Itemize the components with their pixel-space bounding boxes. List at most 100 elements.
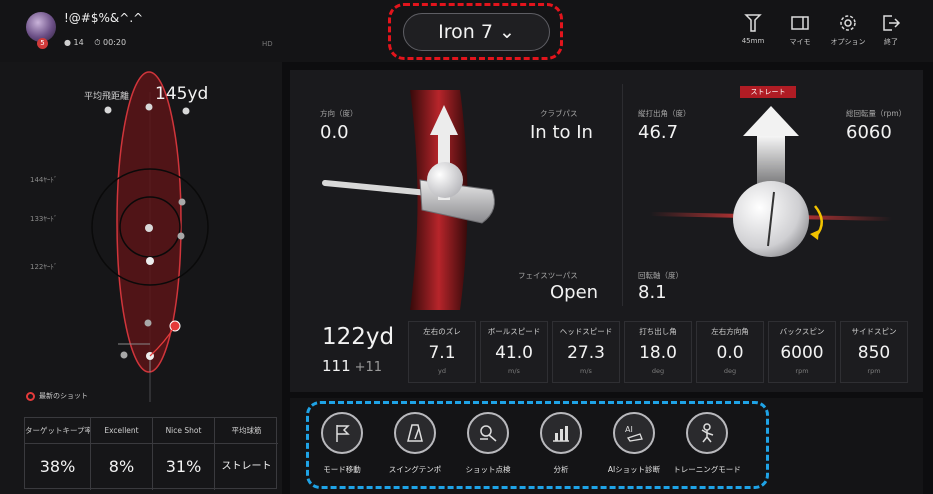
avg-distance-value: 145yd	[155, 84, 209, 104]
options-label: オプション	[830, 38, 866, 46]
cell-unit: m/s	[508, 367, 520, 375]
red-ring-icon	[26, 391, 35, 401]
dock-label: AIショット診断	[607, 465, 661, 474]
shot-dot	[145, 224, 153, 232]
stats-table: ターゲットキープ率 38% Excellent 8% Nice Shot 31%…	[24, 417, 278, 490]
cell-unit: deg	[651, 367, 665, 375]
myset-label: マイモ	[789, 38, 811, 46]
stats-col-niceshot: Nice Shot 31%	[153, 418, 215, 490]
stats-header: 平均球筋	[215, 418, 278, 444]
stats-value: ストレート	[221, 461, 272, 472]
shot-check-button[interactable]: ショット点検	[453, 412, 523, 484]
exit-icon	[883, 15, 901, 31]
stats-value: 38%	[39, 457, 76, 476]
club-face-value: 0.0	[320, 122, 349, 143]
stats-header: Excellent	[91, 418, 152, 444]
club-path-label: クラブパス	[540, 109, 578, 118]
metric-cell-sidespin: サイドスピン 850 rpm	[840, 321, 908, 383]
play-time: ⏱ 00:20	[94, 38, 127, 47]
myset-button[interactable]: マイモ	[779, 12, 821, 54]
dock-label: モード移動	[323, 465, 361, 474]
club-select-button[interactable]: Iron 7 ⌄	[403, 13, 550, 51]
metric-cell-backspin: バックスピン 6000 rpm	[768, 321, 836, 383]
stats-header: ターゲットキープ率	[25, 418, 90, 444]
stats-value: 31%	[165, 457, 202, 476]
cell-unit: yd	[438, 367, 446, 375]
chevron-down-icon: ⌄	[498, 21, 515, 43]
panel-divider	[622, 84, 623, 306]
club-path-value: In to In	[530, 122, 593, 143]
launch-angle-label: 縦打出角（度）	[638, 109, 691, 118]
dock-label: 分析	[553, 465, 569, 474]
flight-arrow	[743, 106, 799, 136]
stats-header: Nice Shot	[153, 418, 214, 444]
shot-dot	[104, 106, 112, 114]
shot-data-panel: 方向（度） 0.0 クラブパス In to In フェイスツーパス Open ス…	[290, 70, 923, 392]
spin-axis-label: 回転軸（度）	[638, 271, 683, 280]
cell-value: 0.0	[716, 343, 744, 363]
shot-dot	[146, 257, 154, 265]
carry-distance: 122yd	[322, 324, 395, 350]
dock-label: ショット点検	[465, 465, 511, 474]
cell-value: 27.3	[567, 343, 605, 363]
metric-cell-direction: 左右方向角 0.0 deg	[696, 321, 764, 383]
distance-mark-3: 122ﾔｰﾄﾞ	[30, 263, 58, 271]
metric-cell-lateral: 左右のズレ 7.1 yd	[408, 321, 476, 383]
shot-dispersion-map	[91, 71, 209, 402]
shot-dot	[177, 232, 185, 240]
stats-col-ballflight: 平均球筋 ストレート	[215, 418, 278, 490]
cell-header: 打ち出し角	[639, 327, 677, 336]
swing-tempo-button[interactable]: スイングテンポ	[380, 412, 450, 484]
stats-col-excellent: Excellent 8%	[91, 418, 153, 490]
ball-flight-badge: ストレート	[740, 86, 796, 98]
shot-dot	[178, 198, 186, 206]
dock-label: スイングテンポ	[388, 465, 442, 474]
training-mode-button[interactable]: トレーニングモード	[672, 412, 742, 484]
mode-switch-button[interactable]: モード移動	[307, 412, 377, 484]
shot-dot	[144, 319, 152, 327]
dock-label: トレーニングモード	[673, 465, 741, 474]
user-stats: ● 14 ⏱ 00:20	[64, 38, 134, 48]
cell-header: 左右方向角	[711, 327, 749, 336]
top-bar: 5 !@#$%&^.^ ● 14 ⏱ 00:20 HD Iron 7 ⌄ 45m…	[0, 0, 933, 62]
cell-value: 850	[857, 343, 891, 363]
gear-icon	[840, 15, 856, 31]
cell-unit: rpm	[867, 367, 881, 375]
spin-rate-value: 6060	[846, 122, 892, 143]
svg-text:AI: AI	[625, 425, 633, 434]
bar-chart-icon	[553, 426, 569, 442]
ai-diagnosis-button[interactable]: AI AIショット診断	[599, 412, 669, 484]
ball-graphic	[427, 162, 463, 198]
legend-label: 最新のショット	[39, 392, 88, 400]
tee-height-label: 45mm	[741, 37, 765, 45]
metric-cell-head-speed: ヘッドスピード 27.3 m/s	[552, 321, 620, 383]
options-button[interactable]: オプション	[827, 12, 869, 54]
cell-value: 18.0	[639, 343, 677, 363]
tee-icon	[744, 14, 762, 32]
face-to-path-label: フェイスツーパス	[518, 271, 578, 280]
launch-angle-value: 46.7	[638, 122, 679, 143]
stats-col-target: ターゲットキープ率 38%	[25, 418, 91, 490]
tee-height-button[interactable]: 45mm	[732, 12, 774, 54]
cell-value: 41.0	[495, 343, 533, 363]
ai-club-icon: AI	[625, 425, 643, 442]
analysis-button[interactable]: 分析	[526, 412, 596, 484]
cell-unit: deg	[723, 367, 737, 375]
club-face-label: 方向（度）	[320, 109, 358, 118]
metric-cell-ball-speed: ボールスピード 41.0 m/s	[480, 321, 548, 383]
run-extra: +11	[354, 360, 383, 375]
cell-header: サイドスピン	[851, 327, 897, 336]
cell-header: ヘッドスピード	[559, 327, 613, 336]
cell-unit: rpm	[795, 367, 809, 375]
exit-button[interactable]: 終了	[870, 12, 912, 54]
distance-mark-2: 133ﾔｰﾄﾞ	[30, 215, 58, 223]
cell-value: 7.1	[428, 343, 456, 363]
shot-dot	[120, 351, 128, 359]
avatar-badge: 5	[37, 38, 48, 49]
run-distance: 111 +11	[322, 357, 382, 375]
stats-value: 8%	[108, 457, 135, 476]
cell-value: 6000	[780, 343, 824, 363]
flag-icon	[336, 425, 350, 442]
hd-label: HD	[262, 40, 273, 48]
metric-cell-launch: 打ち出し角 18.0 deg	[624, 321, 692, 383]
